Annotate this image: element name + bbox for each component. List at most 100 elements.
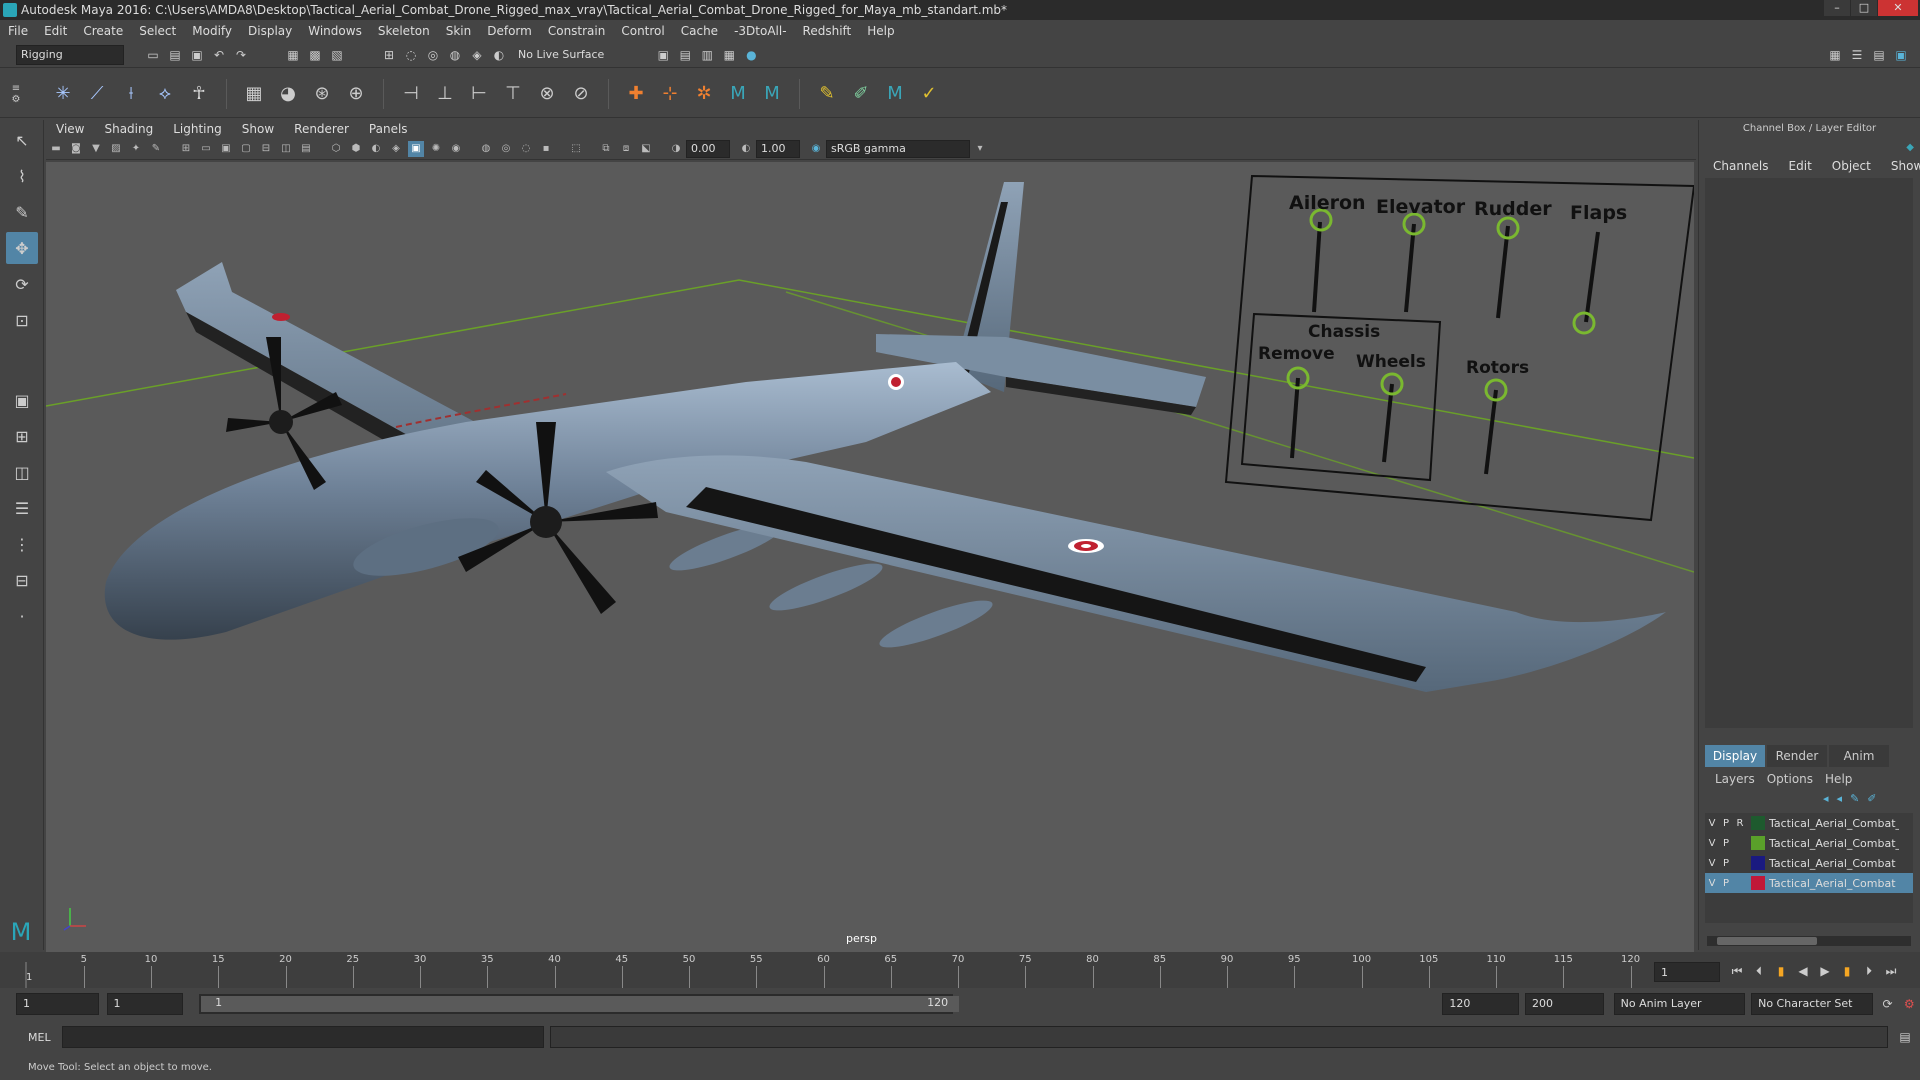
resolution-gate-icon[interactable]: ▣ [218, 141, 234, 157]
minimize-button[interactable]: – [1824, 0, 1850, 16]
exposure-field[interactable]: 0.00 [686, 139, 730, 158]
rig-tool-icon[interactable]: ✲ [689, 79, 719, 109]
rotate-tool-icon[interactable]: ⟳ [6, 268, 38, 300]
auto-key-icon[interactable]: ⟳ [1879, 995, 1897, 1013]
single-view-layout-icon[interactable]: ▣ [6, 384, 38, 416]
tab-render[interactable]: Render [1767, 745, 1827, 767]
tab-display[interactable]: Display [1705, 745, 1765, 767]
bookmark-icon[interactable]: ▼ [88, 141, 104, 157]
camera-select-icon[interactable]: ▬ [48, 141, 64, 157]
lasso-tool-icon[interactable]: ⌇ [6, 160, 38, 192]
ik-spline-icon[interactable]: ⟊ [116, 79, 146, 109]
render-view-icon[interactable]: ▣ [654, 46, 672, 64]
go-to-end-icon[interactable]: ⏭ [1882, 962, 1900, 980]
ik-handle-icon[interactable]: ⟋ [82, 79, 112, 109]
maximize-button[interactable]: □ [1851, 0, 1877, 16]
menu-windows[interactable]: Windows [300, 24, 370, 38]
current-frame-field[interactable]: 1 [1654, 962, 1720, 982]
layer-row[interactable]: V P Tactical_Aerial_Combat [1705, 853, 1913, 873]
shelf-tabs-icon[interactable]: ≡ [12, 83, 20, 94]
gate-mask-icon[interactable]: ▢ [238, 141, 254, 157]
maya-tool-a-icon[interactable]: M [723, 79, 753, 109]
tab-show[interactable]: Show [1881, 159, 1920, 173]
tab-anim[interactable]: Anim [1829, 745, 1889, 767]
move-layer-up-icon[interactable]: ◂ [1823, 792, 1829, 805]
menu-help[interactable]: Help [859, 24, 902, 38]
new-layer-icon[interactable]: ✎ [1850, 792, 1859, 805]
viewport-menu-view[interactable]: View [46, 122, 94, 136]
cluster-icon[interactable]: ⊕ [341, 79, 371, 109]
two-view-layout-icon[interactable]: ◫ [6, 456, 38, 488]
menu-control[interactable]: Control [613, 24, 672, 38]
flaps-control[interactable] [1572, 311, 1596, 335]
play-forward-icon[interactable]: ▶ [1816, 962, 1834, 980]
tab-edit[interactable]: Edit [1779, 159, 1822, 173]
xray-active-icon[interactable]: ⧈ [618, 141, 634, 157]
modeling-toolkit-icon[interactable]: ▦ [1826, 46, 1844, 64]
ipr-render-icon[interactable]: ▥ [698, 46, 716, 64]
2d-pan-icon[interactable]: ✦ [128, 141, 144, 157]
open-scene-icon[interactable]: ▤ [166, 46, 184, 64]
insert-joint-icon[interactable]: ⟡ [150, 79, 180, 109]
safe-action-icon[interactable]: ◫ [278, 141, 294, 157]
select-object-icon[interactable]: ▩ [306, 46, 324, 64]
close-button[interactable]: ✕ [1878, 0, 1918, 16]
play-backward-icon[interactable]: ◀ [1794, 962, 1812, 980]
layout-more-icon[interactable]: · [6, 600, 38, 632]
bind-skin-icon[interactable]: ▦ [239, 79, 269, 109]
maya-tool-c-icon[interactable]: M [880, 79, 910, 109]
attribute-editor-icon[interactable]: ☰ [1848, 46, 1866, 64]
menu-file[interactable]: File [0, 24, 36, 38]
lattice-icon[interactable]: ⊛ [307, 79, 337, 109]
tool-settings-icon[interactable]: ▤ [1870, 46, 1888, 64]
locator-icon[interactable]: ✚ [621, 79, 651, 109]
tab-channels[interactable]: Channels [1703, 159, 1779, 173]
script-tool-a-icon[interactable]: ✎ [812, 79, 842, 109]
layer-row[interactable]: V P R Tactical_Aerial_Combat_Drone [1705, 813, 1913, 833]
undo-icon[interactable]: ↶ [210, 46, 228, 64]
layer-color-swatch[interactable] [1751, 836, 1765, 850]
snap-view-icon[interactable]: ◈ [468, 46, 486, 64]
mel-label[interactable]: MEL [28, 1031, 62, 1044]
playback-end-field[interactable]: 120 [1442, 993, 1520, 1015]
panel-icon[interactable]: ◆ [1906, 142, 1914, 153]
script-editor-icon[interactable]: ▤ [1896, 1028, 1914, 1046]
menu-skin[interactable]: Skin [438, 24, 480, 38]
menu-create[interactable]: Create [75, 24, 131, 38]
constraint-parent-icon[interactable]: ⊣ [396, 79, 426, 109]
film-gate-icon[interactable]: ▭ [198, 141, 214, 157]
layer-scrollbar[interactable] [1707, 936, 1911, 946]
snap-curve-icon[interactable]: ◌ [402, 46, 420, 64]
snap-grid-icon[interactable]: ⊞ [380, 46, 398, 64]
playback-start-field[interactable]: 1 [106, 993, 184, 1015]
use-lights-icon[interactable]: ✺ [428, 141, 444, 157]
locator-joint-icon[interactable]: ⊹ [655, 79, 685, 109]
new-layer-selected-icon[interactable]: ✐ [1867, 792, 1876, 805]
depth-of-field-icon[interactable]: ▪ [538, 141, 554, 157]
constraint-point-icon[interactable]: ⊥ [430, 79, 460, 109]
graph-layout-icon[interactable]: ⋮ [6, 528, 38, 560]
layer-row[interactable]: V P Tactical_Aerial_Combat_ [1705, 833, 1913, 853]
animation-start-field[interactable]: 1 [16, 993, 99, 1015]
image-plane-icon[interactable]: ▨ [108, 141, 124, 157]
render-settings-icon[interactable]: ▦ [720, 46, 738, 64]
menu-modify[interactable]: Modify [184, 24, 240, 38]
layers-menu[interactable]: Layers [1709, 772, 1761, 786]
snap-surface-icon[interactable]: ◍ [446, 46, 464, 64]
textured-icon[interactable]: ◈ [388, 141, 404, 157]
step-forward-key-icon[interactable]: ⏵ [1860, 962, 1878, 980]
anim-layer-dropdown[interactable]: No Anim Layer [1613, 993, 1746, 1015]
outliner-layout-icon[interactable]: ☰ [6, 492, 38, 524]
step-forward-frame-icon[interactable]: ▮ [1838, 962, 1856, 980]
step-back-frame-icon[interactable]: ▮ [1772, 962, 1790, 980]
render-frame-icon[interactable]: ▤ [676, 46, 694, 64]
menu-skeleton[interactable]: Skeleton [370, 24, 438, 38]
constraint-aim-icon[interactable]: ⊗ [532, 79, 562, 109]
colorspace-dropdown[interactable]: sRGB gamma [826, 139, 970, 158]
save-scene-icon[interactable]: ▣ [188, 46, 206, 64]
safe-title-icon[interactable]: ▤ [298, 141, 314, 157]
menu-edit[interactable]: Edit [36, 24, 75, 38]
constraint-pole-icon[interactable]: ⊘ [566, 79, 596, 109]
xray-joints-icon[interactable]: ⧉ [598, 141, 614, 157]
exposure-icon[interactable]: ◑ [668, 141, 684, 157]
